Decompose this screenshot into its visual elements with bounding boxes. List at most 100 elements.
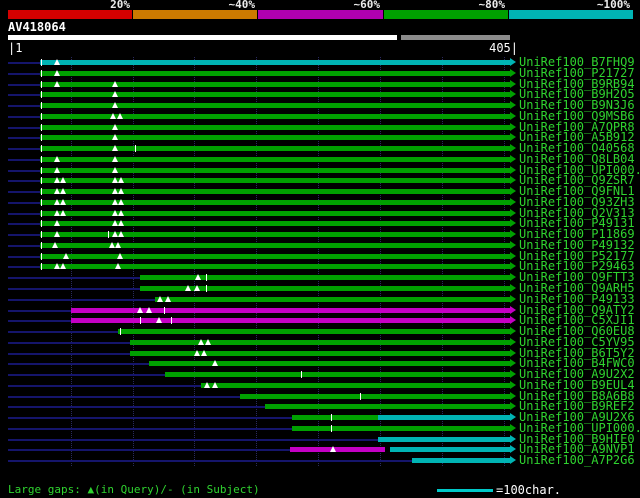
bar-arrowhead-icon	[510, 165, 516, 174]
query-extent-leader	[8, 180, 40, 183]
subject-gap-tick	[40, 263, 42, 271]
alignment-bar-segment	[289, 447, 385, 453]
hit-accession-label[interactable]: UniRef100_A7P2G6	[519, 454, 635, 466]
bar-arrowhead-icon	[510, 413, 516, 422]
query-gap-triangle-icon	[195, 274, 202, 281]
alignment-bar-segment	[39, 103, 510, 108]
subject-gap-tick	[40, 69, 42, 77]
identity-scale-label: ~40%	[228, 0, 256, 11]
query-extent-leader	[8, 234, 40, 237]
alignment-bar-segment	[39, 146, 510, 152]
query-gap-triangle-icon	[112, 155, 119, 162]
alignment-bar-segment	[39, 156, 510, 162]
alignment-bar-segment	[240, 393, 510, 399]
subject-gap-tick	[107, 231, 109, 239]
query-gap-triangle-icon	[112, 91, 119, 98]
query-gap-triangle-icon	[60, 263, 67, 270]
query-gap-triangle-icon	[201, 349, 208, 356]
subject-gap-tick	[40, 188, 42, 196]
ruler-start-label: |1	[8, 41, 23, 55]
query-gap-triangle-icon	[54, 198, 60, 205]
subject-gap-tick	[135, 145, 136, 153]
query-extent-leader	[8, 406, 265, 409]
alignment-bar-segment	[39, 70, 510, 76]
bar-arrowhead-icon	[510, 58, 516, 66]
bar-arrowhead-icon	[510, 337, 516, 346]
bar-arrowhead-icon	[510, 294, 516, 303]
query-extent-leader	[8, 460, 413, 463]
alignment-bar-segment	[148, 361, 510, 367]
query-gap-triangle-icon	[54, 177, 60, 184]
alignment-bar-segment	[39, 189, 510, 195]
query-gap-triangle-icon	[193, 285, 200, 291]
query-extent-leader	[8, 255, 40, 258]
alignment-bar-segment	[39, 60, 510, 65]
bar-arrowhead-icon	[510, 316, 516, 325]
alignment-bar-segment	[377, 415, 510, 421]
subject-gap-tick	[140, 317, 141, 325]
subject-gap-tick	[40, 112, 42, 120]
alignment-bar-segment	[292, 425, 510, 431]
query-gap-triangle-icon	[156, 295, 163, 302]
query-gap-triangle-icon	[114, 241, 121, 248]
identity-scale-labels: 20% ~40% ~60% ~80% ~100%	[0, 0, 640, 10]
query-gap-triangle-icon	[62, 252, 69, 259]
subject-gap-tick	[40, 59, 42, 66]
alignment-rows-area: UniRef100_B7FHQ9 UniRef100_P21727 UniRef10…	[0, 56, 640, 466]
bar-arrowhead-icon	[510, 434, 516, 443]
query-gap-triangle-icon	[118, 198, 125, 205]
alignment-bar-segment	[70, 318, 510, 324]
identity-scale-segment	[257, 10, 383, 19]
alignment-bar-segment	[292, 415, 378, 421]
subject-gap-tick	[40, 166, 42, 174]
query-extent-leader	[8, 277, 140, 280]
query-gap-triangle-icon	[112, 134, 119, 141]
bar-arrowhead-icon	[510, 90, 516, 99]
query-gap-triangle-icon	[112, 188, 119, 195]
subject-gap-tick	[360, 392, 362, 400]
bar-arrowhead-icon	[510, 144, 516, 153]
query-gap-triangle-icon	[118, 177, 125, 184]
subject-gap-tick	[40, 220, 42, 228]
bar-arrowhead-icon	[510, 262, 516, 271]
query-gap-triangle-icon	[60, 209, 67, 216]
query-gap-triangle-icon	[54, 231, 60, 238]
bar-arrowhead-icon	[510, 154, 516, 163]
query-extent-leader	[8, 126, 40, 129]
query-gap-triangle-icon	[108, 241, 115, 248]
subject-gap-tick	[40, 91, 42, 99]
bar-arrowhead-icon	[510, 79, 516, 88]
query-gap-triangle-icon	[330, 446, 336, 453]
alignment-bar-segment	[390, 447, 510, 453]
query-gap-triangle-icon	[165, 295, 172, 302]
query-gap-triangle-icon	[54, 188, 60, 195]
query-extent-leader	[8, 94, 40, 97]
query-gap-triangle-icon	[112, 198, 119, 205]
bar-arrowhead-icon	[510, 208, 516, 217]
bar-arrowhead-icon	[510, 305, 516, 314]
bar-arrowhead-icon	[510, 230, 516, 239]
query-gap-triangle-icon	[118, 188, 125, 195]
subject-gap-tick	[40, 155, 42, 163]
query-gap-triangle-icon	[112, 145, 119, 152]
bar-arrowhead-icon	[510, 380, 516, 389]
query-extent-leader	[8, 395, 241, 398]
query-gap-triangle-icon	[60, 198, 67, 205]
identity-scale-segment	[132, 10, 258, 19]
query-extent-leader	[8, 288, 140, 290]
query-gap-triangle-icon	[114, 263, 121, 270]
subject-gap-tick	[330, 424, 332, 432]
bar-arrowhead-icon	[510, 402, 516, 411]
query-extent-leader	[8, 137, 40, 140]
alignment-row[interactable]: UniRef100_A7P2G6	[0, 454, 640, 466]
query-extent-leader	[8, 438, 378, 441]
bar-arrowhead-icon	[510, 284, 516, 292]
subject-gap-tick	[40, 102, 42, 109]
subject-gap-tick	[40, 123, 42, 131]
query-gap-triangle-icon	[54, 263, 60, 270]
query-gap-triangle-icon	[54, 220, 60, 227]
query-extent-leader	[8, 298, 155, 301]
scale-legend-label: =100char.	[496, 483, 562, 497]
subject-gap-tick	[40, 145, 42, 153]
bar-arrowhead-icon	[510, 327, 516, 335]
